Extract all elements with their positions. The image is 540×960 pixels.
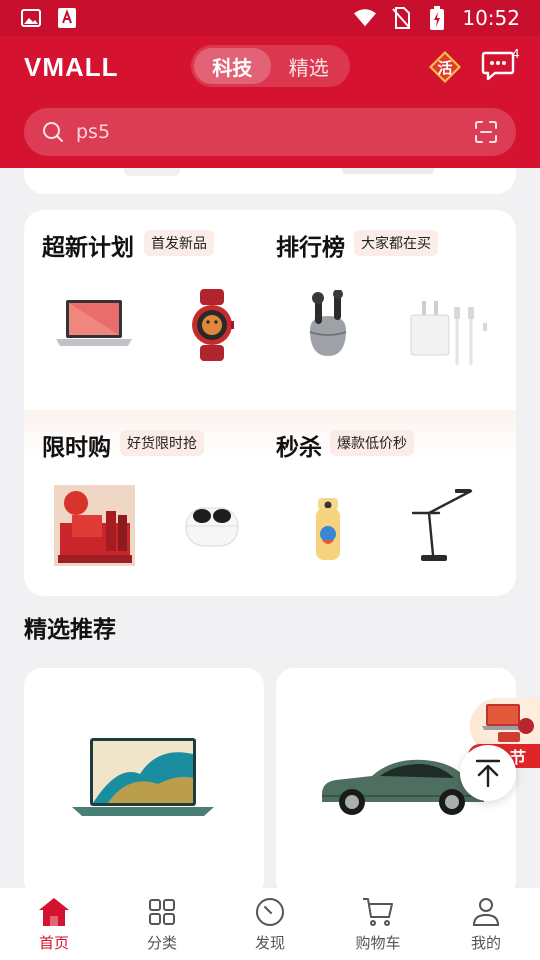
gallery-icon [20, 7, 42, 29]
seckill-title[interactable]: 秒杀 [276, 428, 322, 462]
scrolled-content [342, 168, 434, 174]
battery-charging-icon [426, 6, 448, 30]
recommend-card-laptop[interactable] [24, 668, 264, 898]
user-icon [470, 896, 502, 928]
compass-icon [254, 896, 286, 928]
nav-discover-label: 发现 [254, 934, 285, 952]
laptop-product[interactable] [52, 294, 136, 354]
grid-icon [146, 896, 178, 928]
arrow-up-icon [475, 759, 501, 787]
laptop-image [72, 738, 214, 816]
charger-product[interactable] [406, 292, 492, 368]
earbuds-product[interactable] [300, 288, 356, 362]
kids-bottle-product[interactable] [308, 494, 348, 564]
home-icon [38, 896, 70, 928]
ranking-title[interactable]: 排行榜 [276, 228, 345, 262]
no-sim-icon [390, 7, 412, 29]
scan-icon[interactable] [474, 120, 498, 144]
cart-icon [362, 896, 394, 928]
search-bar[interactable]: ps5 [24, 108, 516, 156]
wifi-icon [354, 7, 377, 29]
vmall-logo[interactable]: VMALL [24, 52, 119, 83]
back-to-top-button[interactable] [460, 745, 516, 801]
message-count: 4 [512, 47, 520, 61]
nav-home[interactable]: 首页 [0, 888, 108, 960]
scrolled-card [24, 168, 516, 194]
app-a-icon [56, 7, 78, 29]
nav-home-label: 首页 [38, 934, 69, 952]
nav-discover[interactable]: 发现 [216, 888, 324, 960]
nav-mine[interactable]: 我的 [432, 888, 540, 960]
header: VMALL 科技 精选 活 4 ps5 [0, 36, 540, 168]
nav-mine-label: 我的 [470, 934, 501, 952]
nav-cart-label: 购物车 [355, 934, 401, 952]
bottom-nav: 首页 分类 发现 购物车 我的 [0, 888, 540, 960]
tab-selected[interactable]: 精选 [271, 48, 348, 84]
desk-lamp-product[interactable] [408, 486, 476, 566]
activity-badge-label: 活 [437, 59, 452, 77]
gift-box-product[interactable] [54, 485, 135, 566]
channel-switch: 科技 精选 [191, 45, 350, 87]
status-time: 10:52 [462, 6, 520, 30]
flash-sale-title[interactable]: 限时购 [42, 428, 111, 462]
activity-badge-icon[interactable]: 活 [428, 50, 462, 84]
scrolled-content [124, 168, 180, 176]
recommend-heading: 精选推荐 [24, 617, 116, 643]
feature-card: 超新计划 首发新品 排行榜 大家都在买 限时购 好货限时抢 秒杀 爆款低价秒 [24, 210, 516, 596]
new-plan-title[interactable]: 超新计划 [42, 228, 134, 262]
nav-cart[interactable]: 购物车 [324, 888, 432, 960]
earbuds-case-product[interactable] [180, 496, 244, 552]
watch-product[interactable] [184, 288, 240, 362]
tab-tech[interactable]: 科技 [194, 48, 271, 84]
new-plan-tag: 首发新品 [144, 230, 214, 256]
nav-category[interactable]: 分类 [108, 888, 216, 960]
seckill-tag: 爆款低价秒 [330, 430, 414, 456]
status-bar: 10:52 [0, 0, 540, 36]
nav-category-label: 分类 [146, 934, 177, 952]
flash-sale-tag: 好货限时抢 [120, 430, 204, 456]
search-icon [42, 121, 64, 143]
search-input[interactable]: ps5 [76, 121, 474, 143]
ranking-tag: 大家都在买 [354, 230, 438, 256]
